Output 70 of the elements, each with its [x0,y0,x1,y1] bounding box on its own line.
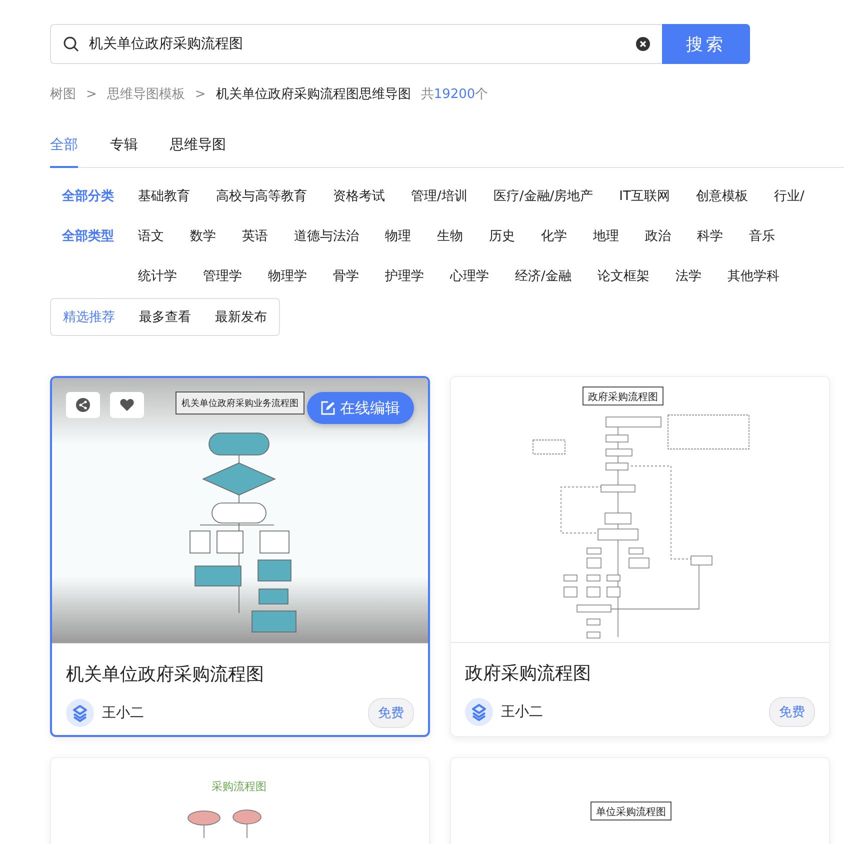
edit-icon [321,401,335,415]
filter-label[interactable]: 全部类型 [62,226,138,288]
breadcrumb-link[interactable]: 树图 [50,85,76,103]
filter-item[interactable]: 音乐 [749,226,775,248]
filter-item[interactable]: 生物 [437,226,463,248]
filter-item[interactable]: 护理学 [385,266,424,288]
avatar-icon [66,699,94,727]
filter-item[interactable]: 资格考试 [333,186,385,208]
filter-item[interactable]: 法学 [675,266,702,288]
diagram-title: 政府采购流程图 [582,386,664,406]
template-card[interactable]: 单位采购流程图 [450,757,830,844]
template-card[interactable]: 机关单位政府采购业务流程图 在线编辑 机关单位政府采购流程图 王小二 免费 [50,376,430,737]
filter-item[interactable]: 科学 [697,226,723,248]
filter-item[interactable]: 创意模板 [696,186,748,208]
sort-option[interactable]: 精选推荐 [63,308,115,326]
filter-item[interactable]: 道德与法治 [294,226,359,248]
filter-item[interactable]: 物理学 [268,266,307,288]
breadcrumb-chevron: > [86,86,97,102]
filter-item[interactable]: 高校与高等教育 [216,186,307,208]
author-name: 王小二 [501,703,544,721]
share-button[interactable] [66,392,100,418]
price-tag: 免费 [368,698,414,728]
filter-item[interactable]: 心理学 [450,266,489,288]
breadcrumb-chevron: > [194,86,206,102]
tab[interactable]: 全部 [50,136,78,168]
filter-item[interactable]: 英语 [242,226,268,248]
filter-item[interactable]: 经济/金融 [515,266,572,288]
filter-item[interactable]: 历史 [489,226,515,248]
search-field[interactable]: 机关单位政府采购流程图 [50,24,662,64]
filter-item[interactable]: 论文框架 [597,266,650,288]
clear-icon[interactable] [636,37,650,51]
filter-label[interactable]: 全部分类 [62,186,138,208]
heart-icon [120,399,134,411]
sort-option[interactable]: 最多查看 [139,308,191,326]
filter-item[interactable]: 行业/ [774,186,804,208]
filter-item[interactable]: 政治 [645,226,671,248]
tab[interactable]: 思维导图 [170,136,226,168]
template-card[interactable]: 政府采购流程图 政府采购流程图 王小二 免费 [450,376,830,737]
search-input[interactable]: 机关单位政府采购流程图 [87,35,628,53]
diagram-title: 单位采购流程图 [590,802,672,820]
share-icon [76,398,90,412]
filter-item[interactable]: 物理 [385,226,411,248]
breadcrumb-link[interactable]: 思维导图模板 [106,85,185,103]
filter-item[interactable]: IT互联网 [619,186,670,208]
edit-online-button[interactable]: 在线编辑 [307,392,414,424]
like-button[interactable] [110,392,144,418]
filter-item[interactable]: 管理/培训 [411,186,468,208]
card-title: 机关单位政府采购流程图 [66,663,265,686]
diagram-title: 采购流程图 [212,780,266,793]
card-title: 政府采购流程图 [465,662,592,685]
result-count: 共19200个 [420,86,488,103]
filter-item[interactable]: 基础教育 [138,186,190,208]
sort-option[interactable]: 最新发布 [215,308,267,326]
author-name: 王小二 [102,704,145,722]
filter-item[interactable]: 语文 [138,226,164,248]
diagram-title: 机关单位政府采购业务流程图 [176,392,304,414]
filter-item[interactable]: 化学 [541,226,567,248]
filter-item[interactable]: 统计学 [138,266,177,288]
search-button[interactable]: 搜索 [662,24,750,64]
avatar-icon [465,698,493,726]
filter-item[interactable]: 骨学 [333,266,359,288]
price-tag: 免费 [769,697,815,727]
filter-item[interactable]: 地理 [593,226,619,248]
filter-item[interactable]: 管理学 [203,266,242,288]
search-icon [63,36,79,52]
filter-item[interactable]: 其他学科 [727,266,780,288]
breadcrumb-current-page: 机关单位政府采购流程图思维导图 [216,86,411,103]
tab[interactable]: 专辑 [110,136,138,168]
filter-item[interactable]: 医疗/金融/房地产 [493,186,594,208]
filter-item[interactable]: 数学 [190,226,216,248]
